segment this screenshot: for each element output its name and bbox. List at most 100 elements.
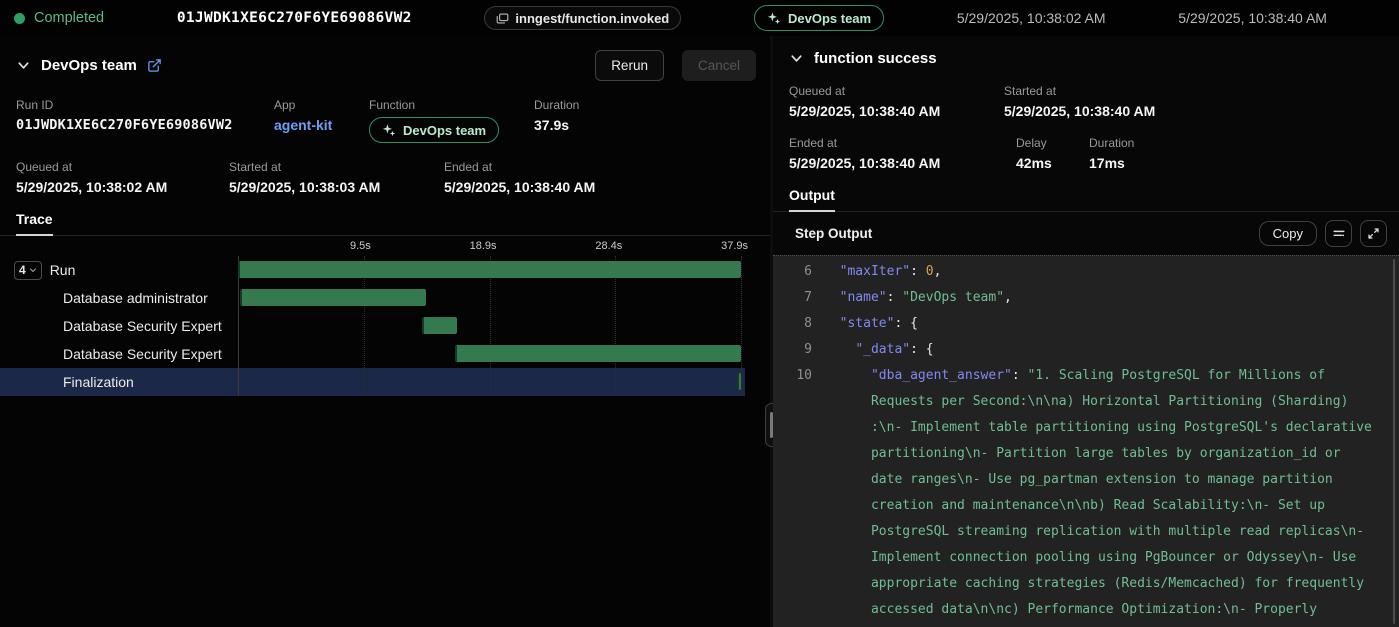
step-title: function success: [814, 50, 937, 67]
line-number: 7: [773, 285, 812, 311]
function-badge[interactable]: DevOps team: [754, 5, 884, 31]
line-number: [773, 571, 812, 597]
run-title: DevOps team: [41, 57, 137, 74]
status-label: Completed: [34, 10, 104, 26]
trace-row-database-security-expert[interactable]: Database Security Expert: [0, 340, 745, 368]
trace-row-finalization[interactable]: Finalization: [0, 368, 745, 396]
code-text: "maxIter": 0,: [812, 259, 941, 285]
detail-label: Started at: [229, 160, 444, 174]
code-line: 9 "_data": {: [773, 337, 1399, 363]
trace-row-run[interactable]: 4Run: [0, 256, 745, 284]
line-number: [773, 415, 812, 441]
trace-row-label[interactable]: Database administrator: [0, 290, 208, 306]
axis-tick-label: 9.5s: [315, 240, 371, 252]
code-scrollbar[interactable]: [1393, 259, 1395, 624]
line-number: [773, 441, 812, 467]
axis-tick-label: 37.9s: [692, 240, 748, 252]
line-number: [773, 597, 812, 623]
copy-button[interactable]: Copy: [1259, 221, 1317, 246]
collapse-step-chevron-icon[interactable]: [789, 51, 804, 66]
run-status: Completed: [14, 10, 104, 26]
axis-tick-label: 28.4s: [566, 240, 622, 252]
code-text: "state": {: [812, 311, 918, 337]
chevron-down-icon: [29, 266, 37, 274]
code-line: 8 "state": {: [773, 311, 1399, 337]
detail-label: Started at: [1004, 84, 1383, 98]
detail-label: Queued at: [16, 160, 229, 174]
code-line-wrap: PostgreSQL streaming replication with mu…: [773, 519, 1399, 545]
detail-ended-at: Ended at 5/29/2025, 10:38:40 AM: [789, 136, 1016, 171]
event-badge-label: inngest/function.invoked: [515, 11, 669, 26]
code-text: PostgreSQL streaming replication with mu…: [812, 519, 1364, 545]
detail-value[interactable]: DevOps team: [369, 117, 534, 143]
detail-value: 42ms: [1016, 155, 1089, 171]
tab-output[interactable]: Output: [789, 187, 835, 212]
code-line: 6 "maxIter": 0,: [773, 259, 1399, 285]
function-badge-label: DevOps team: [403, 123, 486, 138]
rerun-button[interactable]: Rerun: [595, 50, 664, 81]
axis-tick-label: 18.9s: [441, 240, 497, 252]
code-text: appropriate caching strategies (Redis/Me…: [812, 571, 1364, 597]
wrap-text-button[interactable]: [1325, 220, 1352, 247]
detail-queued-at: Queued at 5/29/2025, 10:38:40 AM: [789, 84, 1004, 119]
detail-delay: Delay42ms: [1016, 136, 1089, 171]
run-status-bar: Completed 01JWDK1XE6C270F6YE69086VW2 inn…: [0, 0, 1399, 36]
detail-value: 5/29/2025, 10:38:03 AM: [229, 179, 444, 195]
detail-value: 5/29/2025, 10:38:40 AM: [789, 103, 1004, 119]
run-details-panel: DevOps team Rerun Cancel Run ID 01JWDK1XE…: [0, 36, 770, 627]
event-badge[interactable]: inngest/function.invoked: [484, 6, 681, 30]
detail-value: 01JWDK1XE6C270F6YE69086VW2: [16, 117, 274, 133]
trace-row-name: Finalization: [63, 374, 134, 390]
right-tabs: Output: [773, 187, 1399, 212]
step-count-badge[interactable]: 4: [14, 261, 42, 280]
detail-function: FunctionDevOps team: [369, 98, 534, 143]
detail-value: 5/29/2025, 10:38:40 AM: [444, 179, 754, 195]
trace-row-database-administrator[interactable]: Database administrator: [0, 284, 745, 312]
function-badge[interactable]: DevOps team: [369, 117, 499, 143]
external-link-icon[interactable]: [147, 58, 162, 73]
topbar-run-id: 01JWDK1XE6C270F6YE69086VW2: [177, 10, 412, 26]
trace-span-bar[interactable]: [737, 373, 741, 390]
sparkles-icon: [767, 11, 781, 25]
trace-row-label[interactable]: 4Run: [0, 261, 75, 280]
code-line-wrap: Requests per Second:\n\na) Horizontal Pa…: [773, 389, 1399, 415]
event-window-icon: [496, 12, 509, 25]
trace-row-label[interactable]: Finalization: [0, 374, 134, 390]
step-details-panel: function success Queued at 5/29/2025, 10:…: [773, 36, 1399, 627]
line-number: [773, 467, 812, 493]
code-line-wrap: creation and maintenance\n\nb) Read Scal…: [773, 493, 1399, 519]
detail-value[interactable]: agent-kit: [274, 117, 369, 133]
detail-label: Run ID: [16, 98, 274, 112]
detail-label: Duration: [1089, 136, 1383, 150]
step-output-code-viewer[interactable]: 6 "maxIter": 0,7 "name": "DevOps team",8…: [773, 255, 1399, 627]
line-number: [773, 519, 812, 545]
cancel-button[interactable]: Cancel: [682, 50, 756, 81]
trace-row-label[interactable]: Database Security Expert: [0, 318, 222, 334]
collapse-run-chevron-icon[interactable]: [16, 58, 31, 73]
code-line-wrap: Implement connection pooling using PgBou…: [773, 545, 1399, 571]
detail-label: Ended at: [789, 136, 1016, 150]
step-details-row-1: Queued at 5/29/2025, 10:38:40 AMStarted a…: [773, 84, 1399, 119]
step-output-title: Step Output: [795, 226, 1259, 241]
topbar-queued-time: 5/29/2025, 10:38:02 AM: [957, 10, 1106, 26]
function-badge-label: DevOps team: [788, 11, 871, 26]
detail-value: 5/29/2025, 10:38:40 AM: [789, 155, 1016, 171]
code-line: 10 "dba_agent_answer": "1. Scaling Postg…: [773, 363, 1399, 389]
trace-span-bar[interactable]: [422, 317, 457, 334]
detail-label: App: [274, 98, 369, 112]
run-details-row-2: Queued at5/29/2025, 10:38:02 AMStarted a…: [0, 160, 770, 195]
detail-label: Ended at: [444, 160, 754, 174]
trace-span-bar[interactable]: [455, 345, 741, 362]
tab-trace[interactable]: Trace: [16, 211, 53, 236]
code-text: "name": "DevOps team",: [812, 285, 1012, 311]
trace-span-bar[interactable]: [238, 261, 741, 278]
trace-row-name: Database Security Expert: [63, 318, 222, 334]
detail-duration: Duration37.9s: [534, 98, 754, 143]
trace-span-bar[interactable]: [240, 289, 426, 306]
expand-output-button[interactable]: [1360, 220, 1387, 247]
detail-label: Duration: [534, 98, 754, 112]
code-text: accessed data\n\nc) Performance Optimiza…: [812, 597, 1317, 623]
trace-row-label[interactable]: Database Security Expert: [0, 346, 222, 362]
detail-label: Queued at: [789, 84, 1004, 98]
trace-row-database-security-expert[interactable]: Database Security Expert: [0, 312, 745, 340]
